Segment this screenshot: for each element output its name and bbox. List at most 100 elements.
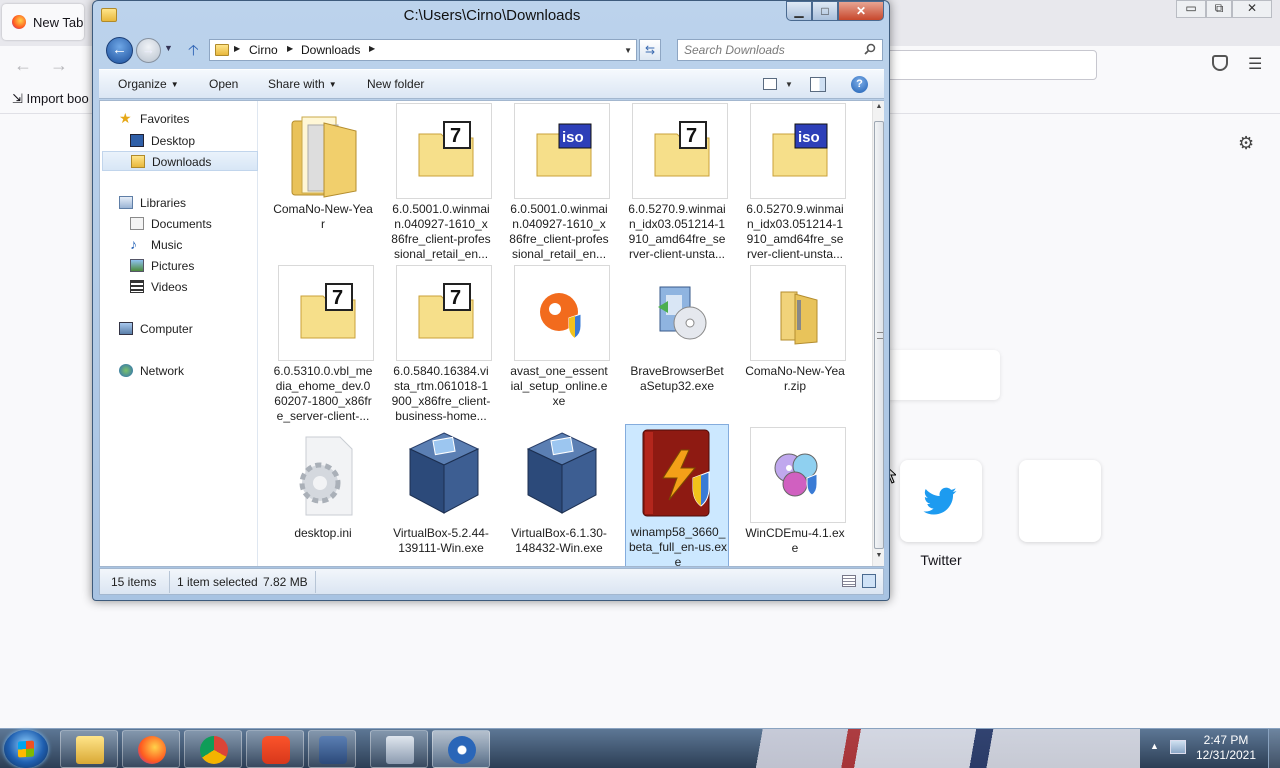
nav-favorites[interactable]: ★ Favorites (100, 109, 256, 129)
libraries-icon (119, 196, 133, 209)
nav-network[interactable]: Network (100, 361, 256, 381)
item-count: 15 items (111, 575, 157, 589)
nav-computer[interactable]: Computer (100, 319, 256, 339)
browser-restore-button[interactable]: ⧉ (1206, 0, 1232, 18)
file-item[interactable]: 7 6.0.5840.16384.vista_rtm.061018-1900_x… (389, 264, 493, 423)
breadcrumb-separator-icon[interactable]: ▶ (234, 44, 240, 53)
file-item[interactable]: WinCDEmu-4.1.exe (743, 426, 847, 566)
newtab-settings-gear-icon[interactable]: ⚙ (1238, 133, 1254, 154)
taskbar-virtualbox[interactable] (308, 730, 356, 768)
browser-close-button[interactable]: ✕ (1232, 0, 1272, 18)
task-manager-icon (386, 736, 414, 764)
breadcrumb-separator-icon[interactable]: ▶ (287, 44, 293, 53)
maximize-button[interactable]: □ (812, 1, 838, 21)
windows-logo-icon (18, 740, 34, 758)
virtualbox-icon (396, 427, 492, 523)
topsite-empty-tile[interactable] (1019, 460, 1101, 542)
taskbar-firefox[interactable] (122, 730, 180, 768)
file-item[interactable]: VirtualBox-5.2.44-139111-Win.exe (389, 426, 493, 566)
breadcrumb-separator-icon[interactable]: ▶ (369, 44, 375, 53)
file-item[interactable]: ComaNo-New-Year (271, 102, 375, 248)
archive-7z-icon: 7 (396, 265, 492, 361)
file-item[interactable]: 7 6.0.5310.0.vbl_media_ehome_dev.060207-… (271, 264, 375, 423)
scroll-up-arrow-icon[interactable]: ▲ (873, 103, 885, 115)
browser-minimize-button[interactable]: ▭ (1176, 0, 1206, 18)
hamburger-menu-icon[interactable]: ☰ (1248, 54, 1262, 74)
network-tray-icon[interactable] (1170, 740, 1186, 754)
back-button[interactable]: ← (106, 37, 133, 64)
organize-menu[interactable]: Organize ▼ (118, 77, 179, 91)
newtab-search-box[interactable] (880, 350, 1000, 400)
address-bar[interactable]: ▶ Cirno ▶ Downloads ▶ ▼ (209, 39, 637, 61)
scrollbar-thumb[interactable] (874, 121, 884, 549)
file-item-selected[interactable]: winamp58_3660_beta_full_en-us.exe (625, 424, 729, 566)
nav-libraries[interactable]: Libraries (100, 193, 256, 213)
file-item[interactable]: 7 6.0.5001.0.winmain.040927-1610_x86fre_… (389, 102, 493, 261)
file-item[interactable]: desktop.ini (271, 426, 375, 566)
nav-documents[interactable]: Documents (100, 214, 256, 234)
vertical-scrollbar[interactable]: ▲ ▼ (872, 101, 884, 566)
file-name: BraveBrowserBetaSetup32.exe (630, 364, 724, 393)
iso-icon: iso (750, 103, 846, 199)
file-item[interactable]: BraveBrowserBetaSetup32.exe (625, 264, 729, 410)
downloads-folder-icon (131, 155, 145, 168)
nav-videos[interactable]: Videos (100, 277, 256, 297)
taskbar-chrome[interactable] (184, 730, 242, 768)
nav-desktop[interactable]: Desktop (100, 131, 256, 151)
minimize-button[interactable]: ▁ (786, 1, 812, 21)
pocket-icon[interactable] (1212, 55, 1228, 71)
new-folder-button[interactable]: New folder (367, 77, 424, 91)
selection-count: 1 item selected (177, 575, 258, 589)
scroll-down-arrow-icon[interactable]: ▼ (873, 552, 885, 564)
search-icon[interactable] (864, 43, 876, 55)
browser-url-bar[interactable] (880, 50, 1097, 80)
close-button[interactable]: ✕ (838, 1, 884, 21)
file-item[interactable]: iso 6.0.5270.9.winmain_idx03.051214-1910… (743, 102, 847, 261)
help-icon[interactable]: ? (851, 76, 868, 93)
preview-pane-icon[interactable] (810, 77, 826, 92)
refresh-button[interactable]: ⇆ (639, 39, 661, 61)
nav-music[interactable]: ♪ Music (100, 235, 256, 255)
start-button[interactable] (4, 730, 48, 768)
file-name: 6.0.5001.0.winmain.040927-1610_x86fre_cl… (509, 202, 609, 261)
address-dropdown-icon[interactable]: ▼ (624, 46, 632, 55)
breadcrumb-downloads[interactable]: Downloads (301, 43, 360, 57)
taskbar-brave-beta[interactable] (246, 730, 304, 768)
nav-pictures[interactable]: Pictures (100, 256, 256, 276)
recent-pages-dropdown-icon[interactable]: ▼ (164, 43, 173, 53)
file-item[interactable]: iso 6.0.5001.0.winmain.040927-1610_x86fr… (507, 102, 611, 261)
import-bookmarks-link[interactable]: ⇲ Import boo (12, 91, 89, 107)
file-item[interactable]: VirtualBox-6.1.30-148432-Win.exe (507, 426, 611, 566)
details-view-icon[interactable] (842, 575, 856, 587)
selection-size: 7.82 MB (263, 575, 308, 589)
taskbar-task-manager[interactable] (370, 730, 428, 768)
browser-tab-new-tab[interactable]: New Tab (2, 4, 84, 40)
forward-button[interactable]: → (136, 38, 161, 63)
views-dropdown-icon[interactable]: ▼ (785, 80, 793, 89)
file-item[interactable]: 7 6.0.5270.9.winmain_idx03.051214-1910_a… (625, 102, 729, 261)
back-arrow-icon[interactable]: ← (14, 55, 32, 76)
taskbar-clock[interactable]: 2:47 PM 12/31/2021 (1186, 733, 1266, 763)
file-item[interactable]: ComaNo-New-Year.zip (743, 264, 847, 410)
virtualbox-icon (514, 427, 610, 523)
open-button[interactable]: Open (209, 77, 238, 91)
taskbar-settings-app[interactable] (432, 730, 490, 768)
command-toolbar: Organize ▼ Open Share with ▼ New folder ▼ … (99, 69, 884, 99)
nav-downloads-label: Downloads (152, 155, 212, 169)
show-desktop-button[interactable] (1268, 729, 1280, 768)
large-icons-view-icon[interactable] (862, 574, 876, 588)
nav-network-label: Network (140, 364, 185, 378)
up-one-level-icon[interactable]: 🡡 (188, 40, 199, 65)
virtualbox-icon (319, 736, 347, 764)
desktop-icon (130, 134, 144, 147)
show-hidden-icons-arrow-icon[interactable]: ▲ (1150, 741, 1159, 751)
forward-arrow-icon[interactable]: → (50, 55, 68, 76)
file-item[interactable]: avast_one_essential_setup_online.exe (507, 264, 611, 410)
change-view-icon[interactable] (763, 78, 777, 90)
search-input[interactable] (684, 43, 854, 57)
status-divider (169, 571, 170, 593)
nav-downloads[interactable]: Downloads (102, 151, 258, 171)
share-with-menu[interactable]: Share with ▼ (268, 77, 337, 91)
breadcrumb-cirno[interactable]: Cirno (249, 43, 278, 57)
taskbar-explorer[interactable] (60, 730, 118, 768)
